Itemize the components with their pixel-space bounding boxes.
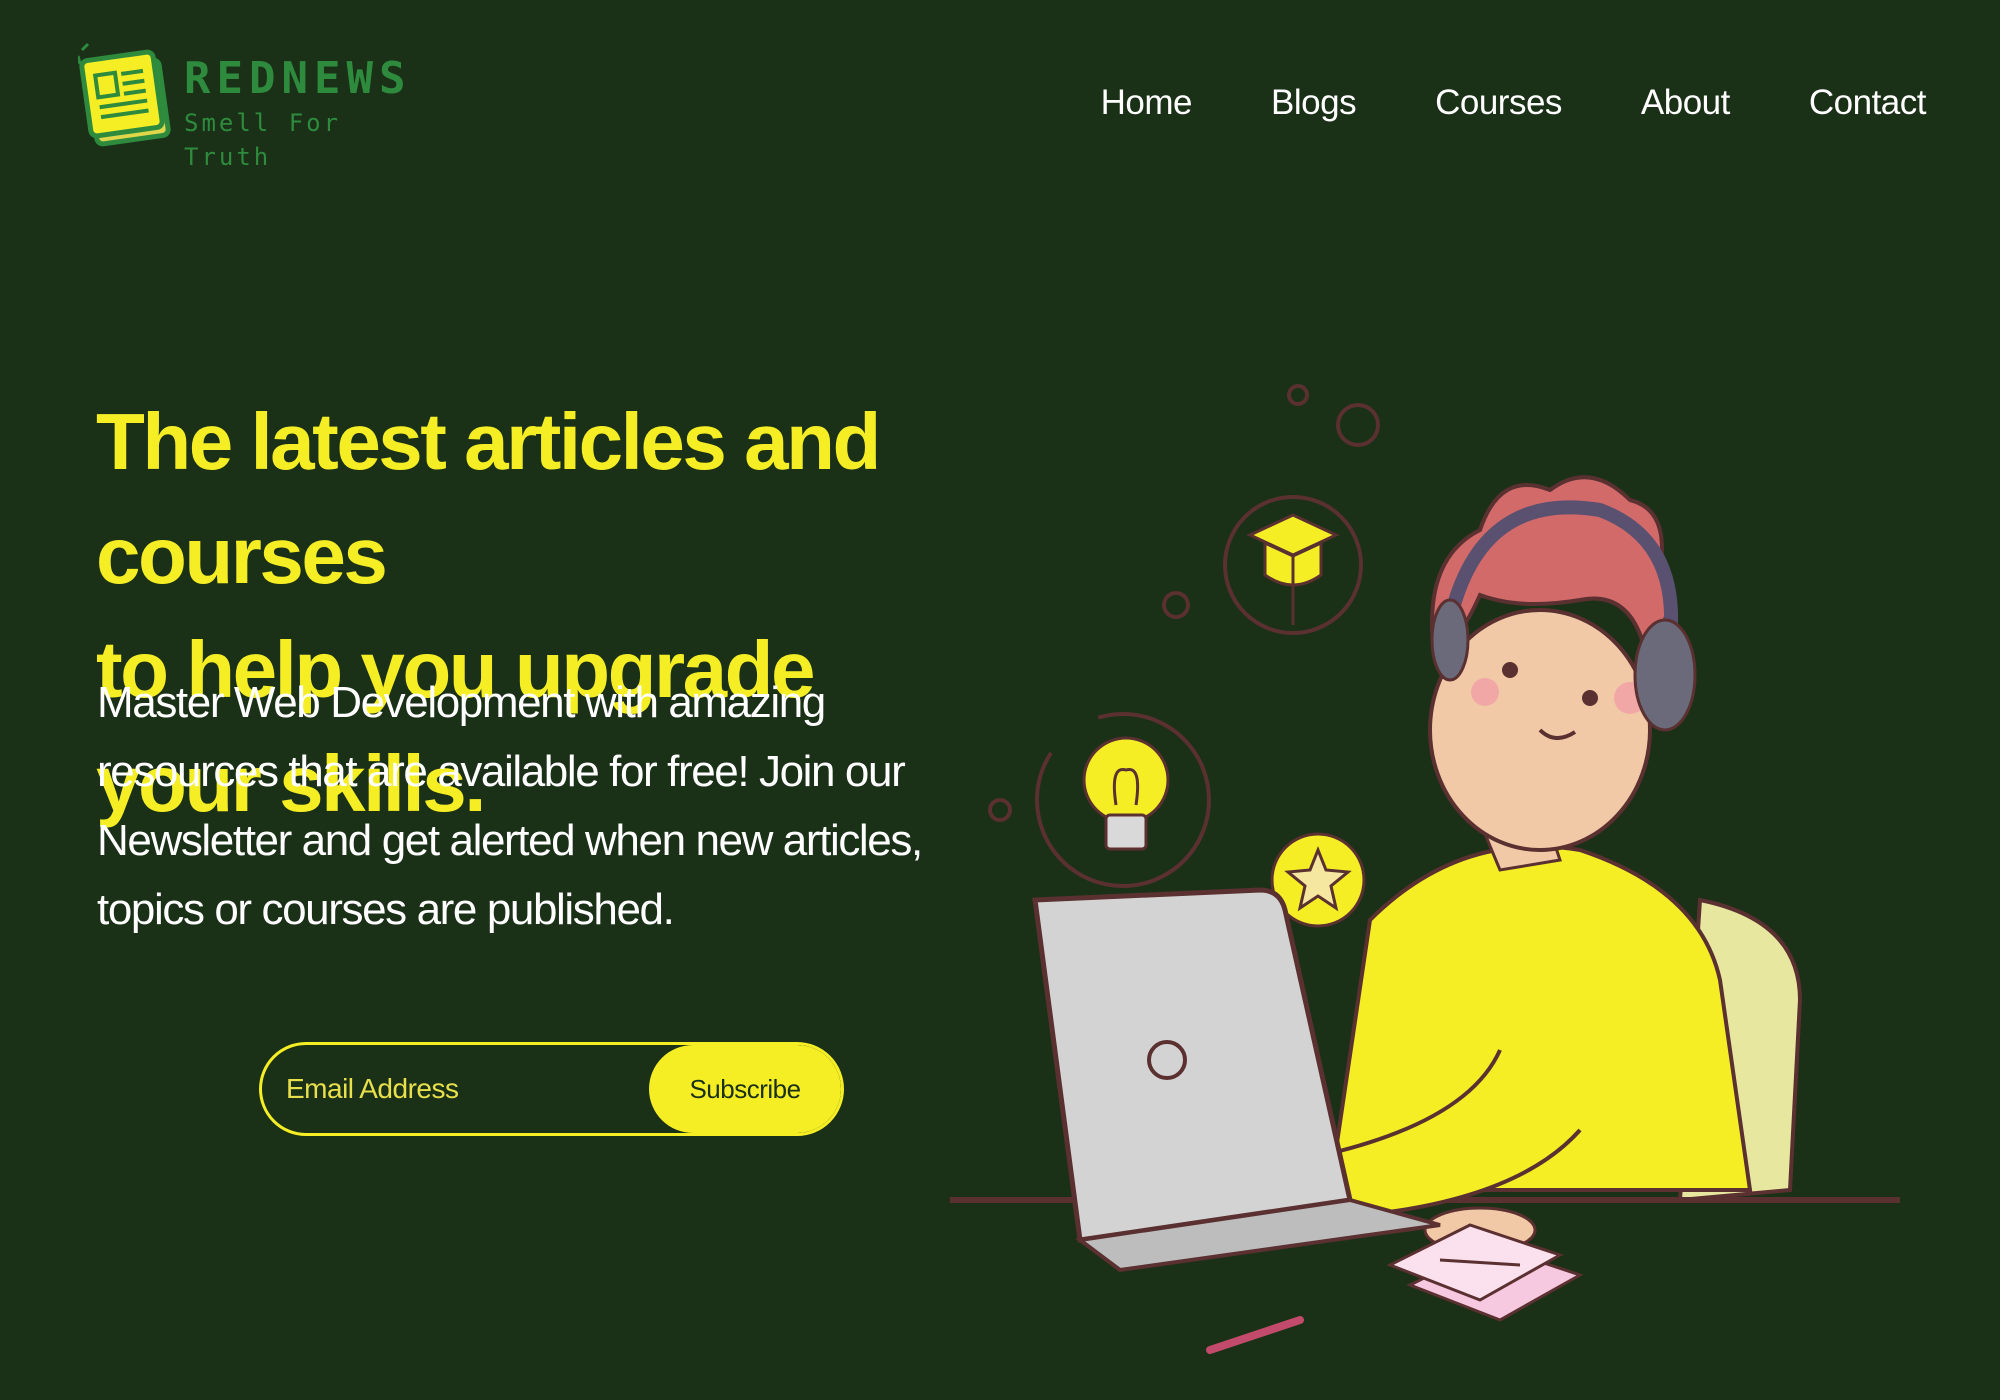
- paper-sheets: [1386, 1223, 1584, 1322]
- nav-link-contact[interactable]: Contact: [1809, 76, 1927, 130]
- nav-link-courses[interactable]: Courses: [1435, 76, 1562, 130]
- email-input[interactable]: [262, 1045, 649, 1133]
- newsletter-form: Subscribe: [259, 1042, 844, 1136]
- brand-logo[interactable]: REDNEWS Smell For Truth: [78, 42, 418, 171]
- student-laptop-illustration: [950, 384, 1900, 1354]
- nav-link-blogs[interactable]: Blogs: [1271, 76, 1357, 130]
- brand-tagline: Smell For Truth: [184, 109, 342, 171]
- hero-headline-line-1: The latest articles and courses: [96, 397, 881, 600]
- main-nav: Home Blogs Courses About Contact: [1022, 76, 1927, 130]
- graduation-cap-icon: [1246, 513, 1340, 625]
- nav-link-home[interactable]: Home: [1101, 76, 1193, 130]
- brand-name: REDNEWS: [184, 53, 412, 104]
- nav-link-about[interactable]: About: [1641, 76, 1730, 130]
- newspaper-icon: [78, 42, 171, 147]
- lightbulb-icon: [1082, 736, 1170, 851]
- hero-description: Master Web Development with amazing reso…: [97, 678, 923, 934]
- subscribe-button[interactable]: Subscribe: [649, 1045, 841, 1133]
